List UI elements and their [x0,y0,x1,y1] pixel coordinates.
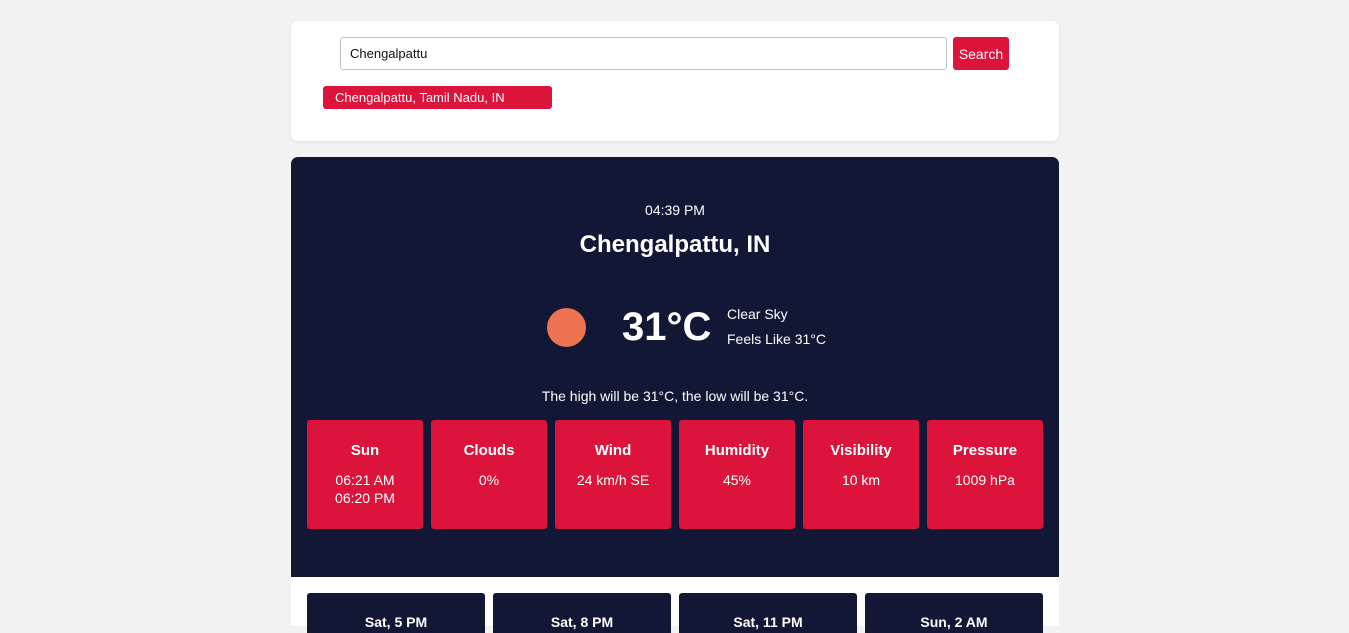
temperature: 31°C [622,305,712,349]
stat-title: Sun [350,442,380,459]
weather-condition: Clear Sky [727,306,788,322]
stat-card-clouds: Clouds 0% [431,420,547,529]
high-low-summary: The high will be 31°C, the low will be 3… [541,388,809,404]
current-weather-panel: 04:39 PM Chengalpattu, IN 31°C Clear Sky… [291,157,1059,577]
stat-value: 10 km [841,472,881,488]
stat-value: 24 km/h SE [576,472,650,488]
stat-title: Pressure [952,442,1018,459]
stat-card-visibility: Visibility 10 km [803,420,919,529]
stat-value: 1009 hPa [955,472,1015,488]
stat-card-humidity: Humidity 45% [679,420,795,529]
stat-card-pressure: Pressure 1009 hPa [927,420,1043,529]
forecast-card: Sun, 2 AM [865,593,1043,633]
stat-value: 45% [722,472,752,488]
stat-card-sun: Sun 06:21 AM 06:20 PM [307,420,423,529]
forecast-card: Sat, 8 PM [493,593,671,633]
stat-title: Visibility [830,442,892,459]
forecast-card: Sat, 11 PM [679,593,857,633]
feels-like: Feels Like 31°C [727,331,826,347]
stat-value: 06:21 AM 06:20 PM [335,472,395,506]
city-name: Chengalpattu, IN [579,231,771,258]
current-time: 04:39 PM [645,202,705,218]
sun-icon [547,308,586,347]
stat-title: Humidity [704,442,770,459]
search-input[interactable] [340,37,947,70]
forecast-panel: Sat, 5 PM Sat, 8 PM Sat, 11 PM Sun, 2 AM [291,577,1059,633]
location-suggestion[interactable]: Chengalpattu, Tamil Nadu, IN [323,86,552,109]
stat-title: Clouds [463,442,515,459]
stat-card-wind: Wind 24 km/h SE [555,420,671,529]
forecast-card: Sat, 5 PM [307,593,485,633]
stat-title: Wind [594,442,632,459]
search-button[interactable]: Search [953,37,1009,70]
search-card: Search Chengalpattu, Tamil Nadu, IN [291,21,1059,141]
stat-value: 0% [478,472,500,488]
